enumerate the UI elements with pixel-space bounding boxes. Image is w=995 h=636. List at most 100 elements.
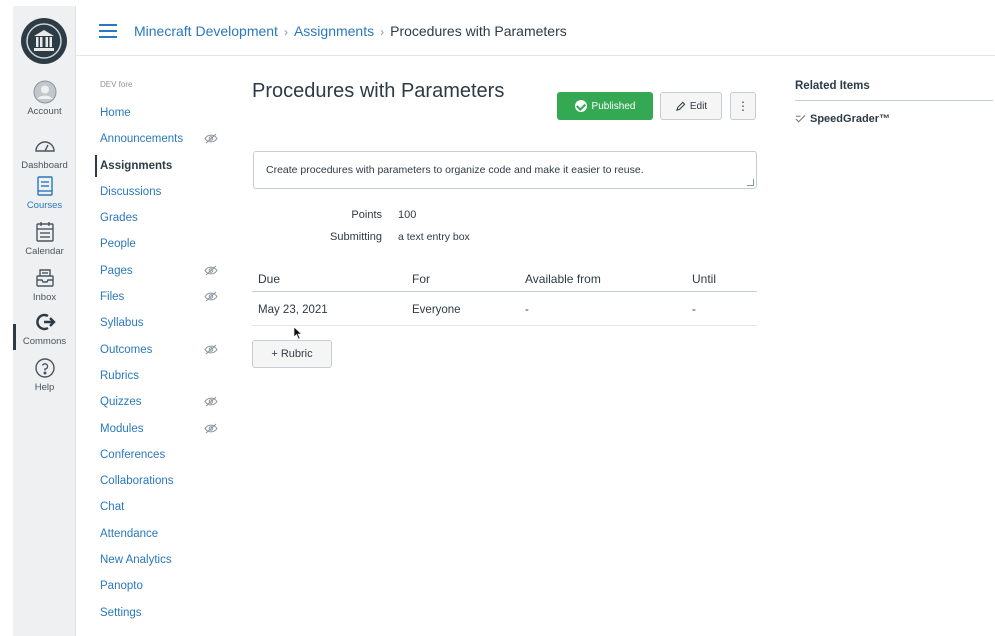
course-nav-item-chat[interactable]: Chat	[100, 498, 230, 524]
column-header-available-from: Available from	[525, 272, 601, 286]
course-nav-item-label: Collaborations	[100, 475, 174, 488]
submitting-label: Submitting	[330, 231, 382, 243]
course-nav-item-label: Grades	[100, 212, 138, 225]
edit-label: Edit	[689, 100, 708, 112]
course-nav-item-files[interactable]: Files	[100, 288, 230, 314]
account-icon	[33, 80, 56, 104]
global-nav: Account Dashboard Courses Calendar Inbox…	[13, 6, 76, 636]
course-nav-item-label: Pages	[100, 264, 133, 277]
course-nav-item-label: Syllabus	[100, 317, 144, 330]
table-row: May 23, 2021 Everyone - -	[252, 292, 757, 326]
nav-courses[interactable]: Courses	[13, 174, 76, 211]
until-cell: -	[692, 304, 696, 316]
resize-handle-icon[interactable]	[747, 179, 754, 186]
course-nav-item-grades[interactable]: Grades	[100, 209, 230, 235]
course-nav: DEV fore Home Announcements Assignments Dis…	[95, 80, 230, 630]
course-nav-item-label: Home	[100, 107, 131, 119]
nav-dashboard[interactable]: Dashboard	[13, 134, 76, 171]
courses-icon	[36, 176, 53, 196]
course-nav-item-label: Settings	[100, 606, 142, 619]
column-header-for: For	[412, 272, 430, 286]
top-bar: Minecraft Development › Assignments › Proced…	[76, 6, 995, 56]
nav-help[interactable]: Help	[13, 356, 76, 393]
inbox-icon	[35, 269, 54, 287]
nav-commons-label: Commons	[22, 336, 67, 347]
hidden-eye-icon	[204, 344, 218, 355]
column-header-until: Until	[692, 272, 717, 286]
course-nav-item-discussions[interactable]: Discussions	[100, 183, 230, 209]
edit-button[interactable]: Edit	[660, 92, 722, 120]
published-label: Published	[591, 100, 636, 112]
course-nav-item-new-analytics[interactable]: New Analytics	[100, 551, 230, 577]
more-options-button[interactable]: ⋮	[730, 92, 756, 120]
breadcrumb-separator-icon: ›	[283, 25, 288, 39]
course-nav-item-label: Conferences	[100, 448, 166, 461]
course-nav-item-label: Announcements	[100, 133, 184, 146]
course-nav-item-label: People	[100, 238, 136, 251]
nav-calendar-label: Calendar	[25, 246, 64, 257]
course-nav-item-people[interactable]: People	[100, 235, 230, 261]
course-nav-item-outcomes[interactable]: Outcomes	[100, 341, 230, 367]
nav-inbox[interactable]: Inbox	[13, 266, 76, 303]
related-items-heading: Related Items	[795, 80, 993, 101]
course-nav-item-modules[interactable]: Modules	[100, 420, 230, 446]
hidden-eye-icon	[204, 265, 218, 276]
published-button[interactable]: Published	[557, 92, 653, 120]
course-nav-item-label: New Analytics	[100, 554, 172, 567]
course-nav-item-label: Chat	[100, 501, 125, 514]
term-label: DEV fore	[100, 80, 133, 89]
course-nav-item-label: Rubrics	[100, 369, 139, 382]
due-dates-table: Due For Available from Until May 23, 202…	[252, 264, 757, 326]
course-nav-item-assignments[interactable]: Assignments	[95, 154, 230, 183]
course-nav-item-label: Outcomes	[100, 343, 153, 356]
course-nav-item-attendance[interactable]: Attendance	[100, 525, 230, 551]
due-date-cell: May 23, 2021	[258, 304, 328, 316]
points-label: Points	[351, 209, 382, 221]
nav-dashboard-label: Dashboard	[21, 160, 68, 171]
breadcrumb-current: Procedures with Parameters	[390, 23, 567, 39]
course-nav-item-quizzes[interactable]: Quizzes	[100, 393, 230, 419]
course-nav-item-label: Panopto	[100, 580, 143, 593]
calendar-icon	[35, 222, 54, 242]
help-icon	[34, 358, 55, 378]
nav-inbox-label: Inbox	[32, 292, 57, 303]
hidden-eye-icon	[204, 423, 218, 433]
course-nav-item-home[interactable]: Home	[100, 104, 230, 130]
add-rubric-button[interactable]: + Rubric	[252, 340, 332, 368]
course-nav-item-label: Files	[100, 291, 125, 304]
nav-courses-label: Courses	[26, 200, 63, 211]
breadcrumb-assignments-link[interactable]: Assignments	[294, 23, 374, 39]
nav-account-label: Account	[27, 106, 62, 117]
course-nav-item-rubrics[interactable]: Rubrics	[100, 367, 230, 393]
course-nav-item-conferences[interactable]: Conferences	[100, 446, 230, 472]
speedgrader-label: SpeedGrader™	[810, 113, 891, 125]
nav-commons[interactable]: Commons	[13, 310, 76, 347]
assignment-description[interactable]: Create procedures with parameters to org…	[253, 151, 757, 189]
course-nav-item-announcements[interactable]: Announcements	[100, 130, 230, 156]
course-nav-item-collaborations[interactable]: Collaborations	[100, 472, 230, 498]
breadcrumb: Minecraft Development › Assignments › Proced…	[134, 23, 567, 39]
speedgrader-link[interactable]: SpeedGrader™	[795, 113, 993, 125]
course-nav-item-panopto[interactable]: Panopto	[100, 577, 230, 603]
pencil-icon	[675, 101, 686, 111]
course-nav-item-settings[interactable]: Settings	[100, 604, 230, 630]
breadcrumb-course-link[interactable]: Minecraft Development	[134, 23, 278, 39]
available-from-cell: -	[525, 304, 529, 316]
course-nav-item-syllabus[interactable]: Syllabus	[100, 314, 230, 340]
nav-account[interactable]: Account	[13, 80, 76, 117]
hidden-eye-icon	[204, 291, 218, 302]
table-header-row: Due For Available from Until	[252, 264, 757, 292]
nav-calendar[interactable]: Calendar	[13, 220, 76, 257]
hidden-eye-icon	[204, 133, 218, 144]
points-value: 100	[398, 209, 417, 221]
course-nav-item-pages[interactable]: Pages	[100, 262, 230, 288]
page-title: Procedures with Parameters	[252, 80, 505, 102]
hamburger-menu-icon[interactable]	[99, 24, 117, 38]
submitting-value: a text entry box	[398, 231, 470, 243]
description-text: Create procedures with parameters to org…	[266, 164, 644, 176]
course-nav-item-label: Assignments	[100, 159, 173, 172]
institution-logo-icon[interactable]	[19, 16, 69, 66]
nav-help-label: Help	[34, 382, 55, 393]
breadcrumb-separator-icon: ›	[380, 25, 385, 39]
course-nav-item-label: Quizzes	[100, 396, 142, 409]
